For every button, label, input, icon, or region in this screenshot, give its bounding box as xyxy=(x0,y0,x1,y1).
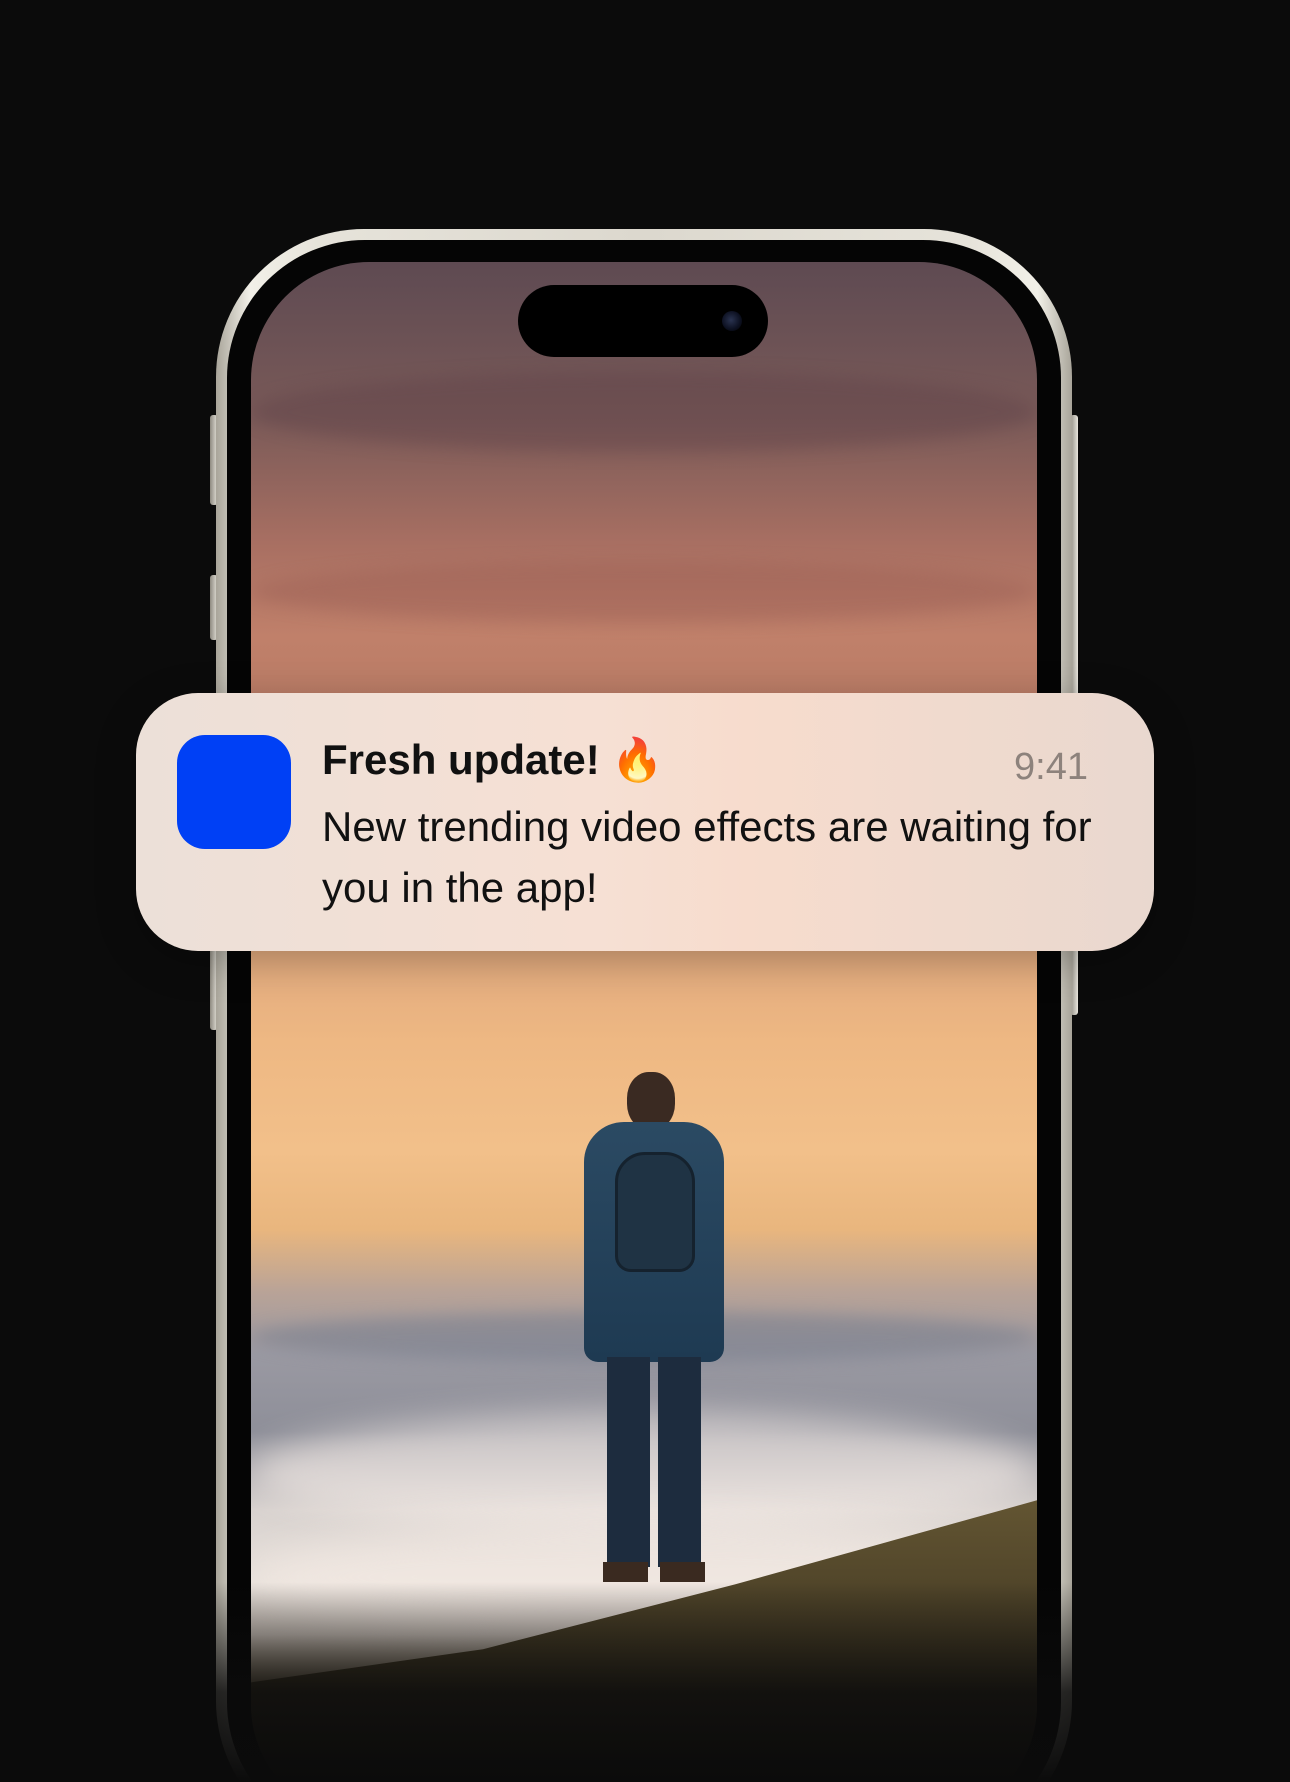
hiker-backpack xyxy=(615,1152,695,1272)
sky-cloud xyxy=(251,372,1037,452)
notification-body: New trending video effects are waiting f… xyxy=(322,803,1092,911)
notification-time: 9:41 xyxy=(1014,746,1088,788)
hiker-figure xyxy=(579,1072,729,1592)
notification-title: Fresh update! 🔥 xyxy=(322,736,664,783)
notification-banner[interactable]: Fresh update! 🔥 9:41 New trending video … xyxy=(136,693,1154,951)
sky-cloud xyxy=(251,562,1037,622)
hiker-legs xyxy=(607,1357,701,1567)
bottom-fade xyxy=(0,1582,1290,1782)
phone-screen xyxy=(251,262,1037,1782)
hiker-boots xyxy=(603,1562,705,1582)
camera-icon xyxy=(722,311,742,331)
dynamic-island xyxy=(518,285,768,357)
app-icon[interactable] xyxy=(177,735,291,849)
stage: Fresh update! 🔥 9:41 New trending video … xyxy=(0,0,1290,1782)
